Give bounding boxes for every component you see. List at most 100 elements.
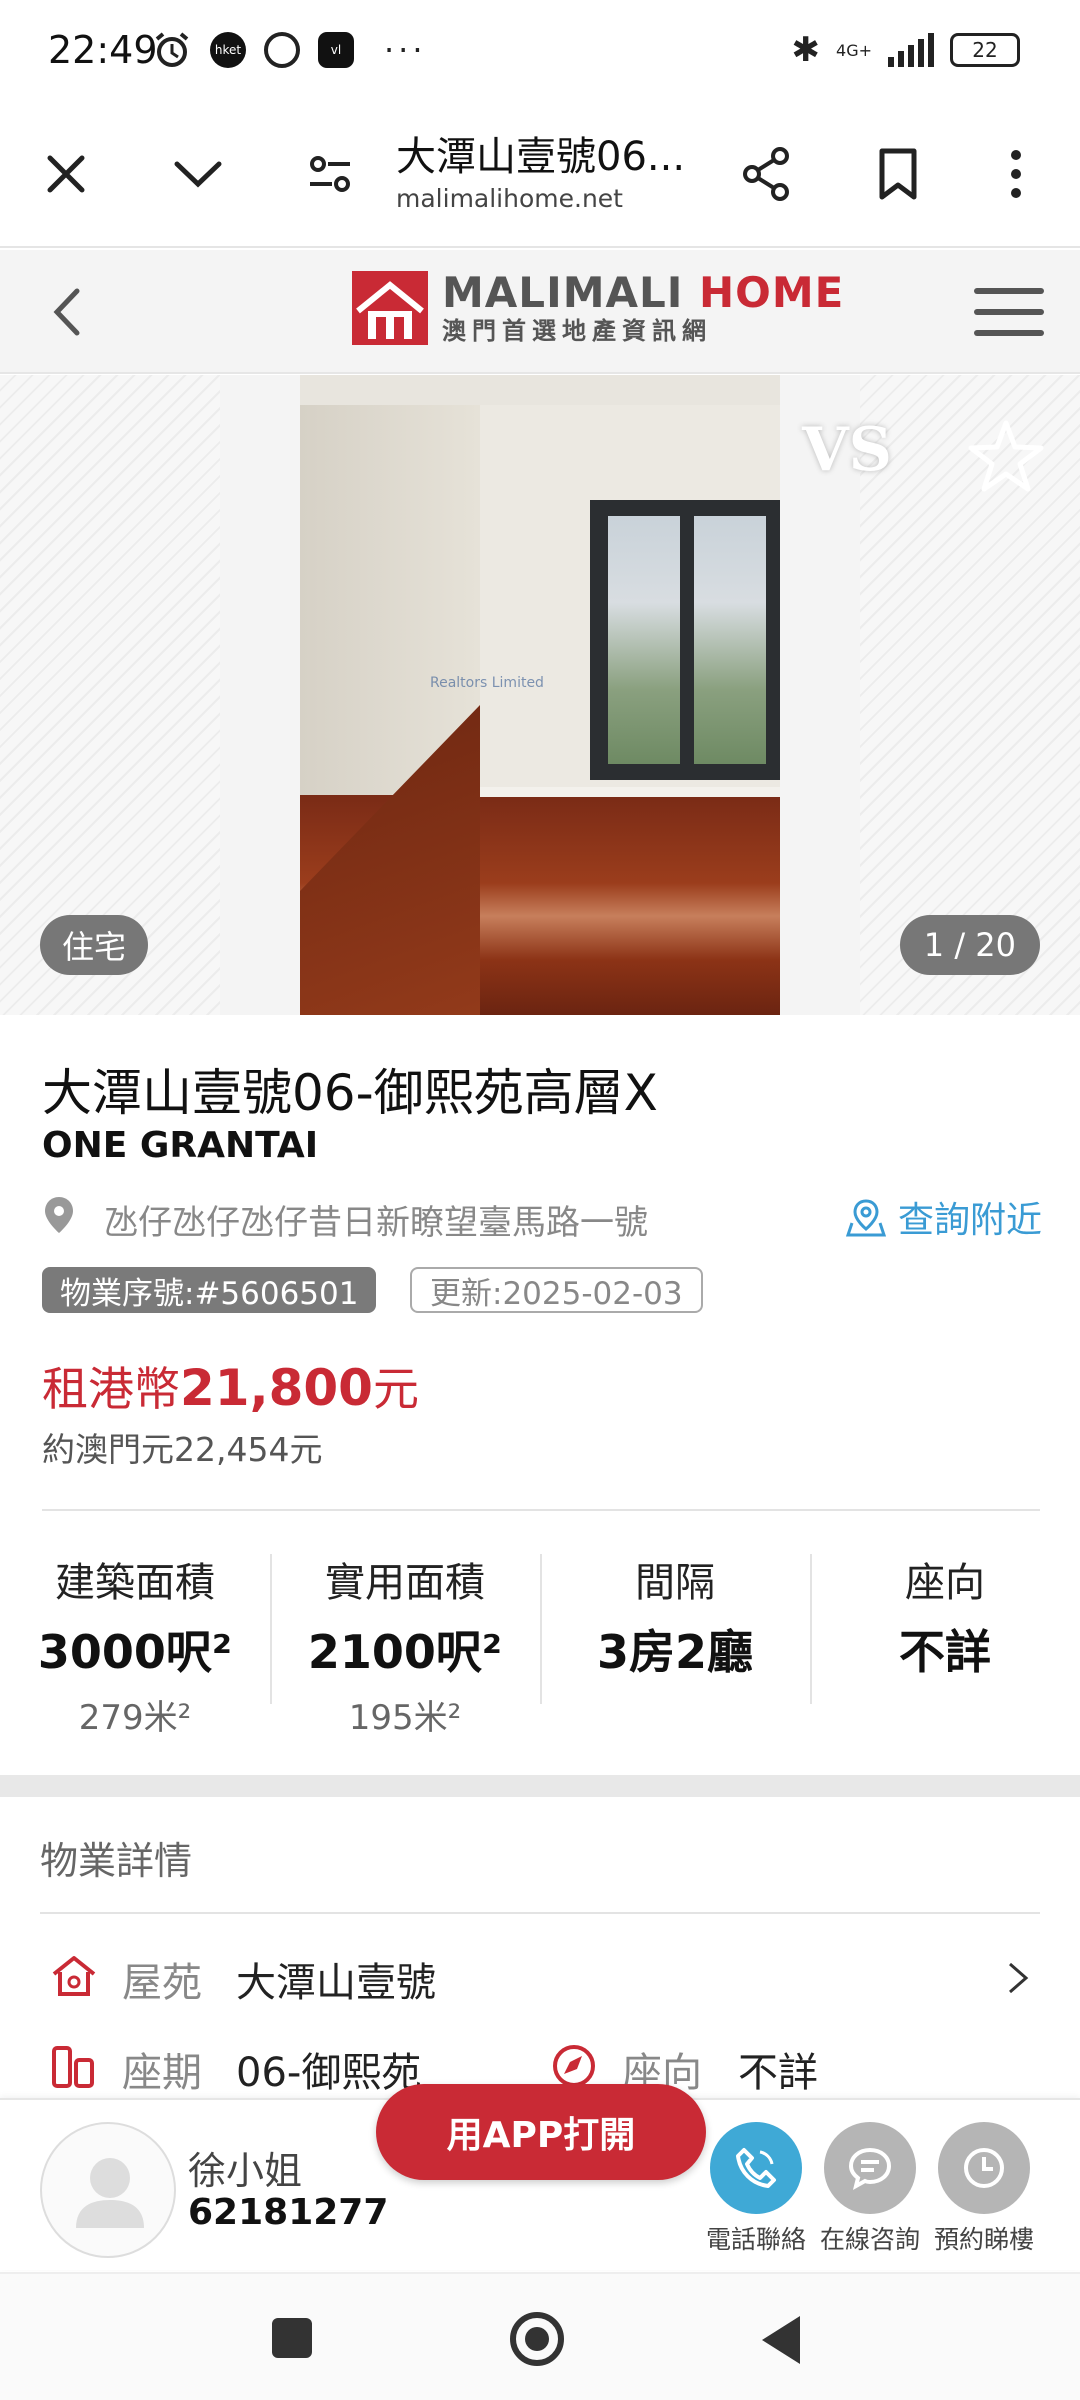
price-suffix: 元 bbox=[372, 1362, 419, 1416]
contact-bar: 徐小姐 62181277 用APP打開 電話聯絡 在線咨詢 預約睇樓 bbox=[0, 2084, 1080, 2270]
call-button[interactable]: 電話聯絡 bbox=[696, 2122, 816, 2256]
system-nav-bar bbox=[0, 2272, 1080, 2400]
site-logo[interactable]: MALIMALI HOME 澳門首選地產資訊網 bbox=[352, 270, 844, 346]
site-header: MALIMALI HOME 澳門首選地產資訊網 bbox=[0, 250, 1080, 374]
stat-gross-area: 建築面積 3000呎² 279米² bbox=[0, 1530, 270, 1738]
menu-bar bbox=[974, 330, 1044, 336]
more-vert-icon bbox=[1011, 150, 1021, 198]
details-section-title: 物業詳情 bbox=[40, 1839, 193, 1883]
network-type: 4G+ bbox=[836, 40, 872, 60]
compass-icon bbox=[553, 2045, 595, 2087]
listing-title-en: ONE GRANTAI bbox=[42, 1125, 319, 1166]
building-icon bbox=[52, 2046, 94, 2088]
divider bbox=[42, 1509, 1040, 1511]
app-icon: vl bbox=[318, 32, 354, 68]
recents-button[interactable] bbox=[272, 2318, 312, 2358]
nearby-label: 查詢附近 bbox=[897, 1200, 1042, 1241]
minimize-button[interactable] bbox=[158, 134, 238, 214]
stat-label: 建築面積 bbox=[55, 1560, 215, 1606]
updated-badge: 更新:2025-02-03 bbox=[410, 1267, 703, 1313]
phone-icon bbox=[736, 2148, 776, 2188]
share-button[interactable] bbox=[726, 134, 806, 214]
stat-value: 2100呎² bbox=[307, 1625, 503, 1679]
bluetooth-icon: ✱ bbox=[791, 30, 821, 70]
page-url[interactable]: malimalihome.net bbox=[396, 184, 623, 213]
stat-label: 實用面積 bbox=[325, 1560, 485, 1606]
page-title[interactable]: 大潭山壹號06... bbox=[396, 124, 685, 182]
chat-button[interactable]: 在線咨詢 bbox=[810, 2122, 930, 2256]
stat-value: 3房2廳 bbox=[596, 1625, 753, 1679]
system-icons: ✱ 4G+ 22 bbox=[792, 30, 1020, 70]
site-settings-button[interactable] bbox=[290, 134, 370, 214]
stat-value: 3000呎² bbox=[37, 1625, 233, 1679]
status-time: 22:49 bbox=[48, 28, 158, 72]
chrome-icon bbox=[264, 32, 300, 68]
chevron-left-icon bbox=[53, 288, 80, 336]
close-icon bbox=[47, 155, 85, 193]
book-viewing-button[interactable]: 預約睇樓 bbox=[924, 2122, 1044, 2256]
stat-orientation: 座向 不詳 bbox=[810, 1530, 1080, 1730]
address: 氹仔氹仔氹仔昔日新瞭望臺馬路一號 bbox=[104, 1203, 648, 1243]
price-prefix: 租港幣 bbox=[42, 1362, 180, 1416]
divider bbox=[40, 1912, 1040, 1914]
house-logo-icon bbox=[352, 271, 428, 345]
price-mop: 約澳門元22,454元 bbox=[42, 1430, 323, 1469]
book-label: 預約睇樓 bbox=[933, 2225, 1034, 2254]
property-photo[interactable]: Realtors Limited bbox=[300, 375, 780, 1015]
stat-net-area: 實用面積 2100呎² 195米² bbox=[270, 1530, 540, 1738]
photo-baseboard bbox=[480, 787, 780, 797]
photo-ceiling bbox=[300, 375, 780, 405]
alarm-icon bbox=[155, 32, 189, 67]
open-in-app-button[interactable]: 用APP打開 bbox=[376, 2084, 706, 2180]
agent-phone[interactable]: 62181277 bbox=[188, 2192, 388, 2233]
home-icon bbox=[52, 1956, 96, 1996]
photo-window bbox=[590, 500, 780, 780]
more-notifications-icon: ··· bbox=[384, 31, 427, 69]
chevron-right-icon bbox=[1009, 1962, 1029, 1994]
battery-icon: 22 bbox=[950, 33, 1020, 67]
book-circle bbox=[938, 2122, 1030, 2214]
bookmark-icon bbox=[879, 148, 917, 200]
compare-button[interactable]: VS bbox=[802, 415, 892, 485]
tune-icon bbox=[310, 156, 350, 192]
agent-name: 徐小姐 bbox=[188, 2149, 303, 2193]
home-button[interactable] bbox=[510, 2312, 564, 2366]
property-type-tag: 住宅 bbox=[40, 915, 149, 975]
stat-sub: 195米² bbox=[348, 1698, 462, 1738]
photo-counter: 1 / 20 bbox=[899, 915, 1040, 975]
photo-gallery[interactable]: Realtors Limited VS 住宅 1 / 20 bbox=[0, 375, 1080, 1015]
logo-text-malimali: MALIMALI bbox=[442, 268, 700, 317]
logo-text-home: HOME bbox=[699, 268, 845, 317]
close-tab-button[interactable] bbox=[26, 134, 106, 214]
menu-bar bbox=[974, 288, 1044, 294]
chat-circle bbox=[824, 2122, 916, 2214]
back-nav-button[interactable] bbox=[762, 2316, 800, 2364]
favorite-star-icon[interactable] bbox=[968, 419, 1044, 495]
stat-label: 座向 bbox=[905, 1560, 985, 1606]
notification-icons: hket vl ··· bbox=[152, 30, 427, 70]
property-id-badge: 物業序號:#5606501 bbox=[42, 1267, 377, 1313]
menu-bar bbox=[974, 309, 1044, 315]
key-stats: 建築面積 3000呎² 279米² 實用面積 2100呎² 195米² 間隔 3… bbox=[0, 1530, 1080, 1738]
rent-price: 租港幣21,800元 bbox=[42, 1353, 419, 1419]
call-label: 電話聯絡 bbox=[705, 2225, 806, 2254]
map-pin-icon bbox=[845, 1199, 886, 1237]
phase-value: 06-御熙苑 bbox=[236, 2050, 422, 2096]
section-separator bbox=[0, 1775, 1080, 1797]
clock-icon bbox=[964, 2148, 1004, 2188]
price-amount: 21,800 bbox=[180, 1359, 373, 1417]
person-icon bbox=[76, 2158, 144, 2228]
agent-avatar[interactable] bbox=[40, 2122, 176, 2258]
share-icon bbox=[743, 147, 789, 201]
back-button[interactable] bbox=[30, 274, 102, 350]
status-bar: 22:49 hket vl ··· ✱ 4G+ 22 bbox=[0, 0, 1080, 100]
stat-sub: 279米² bbox=[78, 1698, 192, 1738]
stat-value: 不詳 bbox=[899, 1625, 991, 1679]
overflow-menu-button[interactable] bbox=[976, 134, 1056, 214]
hket-icon: hket bbox=[210, 32, 246, 68]
nearby-search-button[interactable]: 查詢附近 bbox=[845, 1191, 1042, 1243]
window-pane bbox=[694, 516, 766, 764]
hamburger-menu-button[interactable] bbox=[974, 282, 1044, 342]
bookmark-button[interactable] bbox=[858, 134, 938, 214]
detail-row-estate[interactable]: 屋苑 大潭山壹號 bbox=[40, 1940, 1040, 2010]
